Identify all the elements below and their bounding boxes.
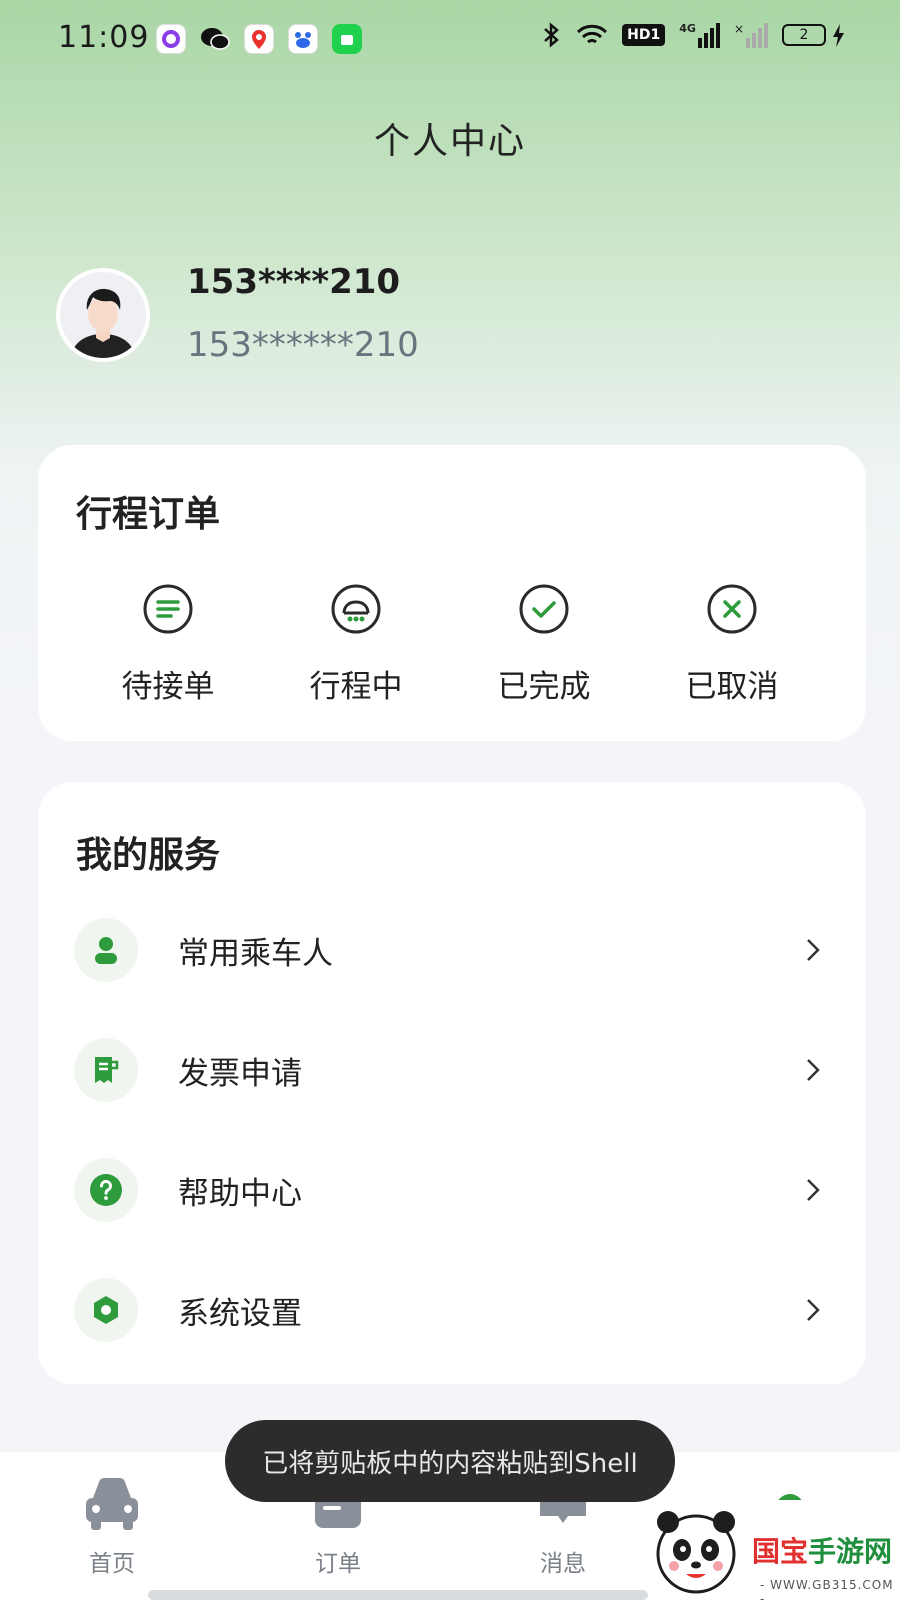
chevron-right-icon xyxy=(807,1059,820,1081)
nav-home[interactable]: 首页 xyxy=(52,1476,172,1578)
service-frequent-passengers[interactable]: 常用乘车人 xyxy=(38,890,866,1010)
system-icons: HD1 4G × 2 xyxy=(540,22,846,48)
service-system-settings-label: 系统设置 xyxy=(178,1296,302,1332)
baidu-map-icon xyxy=(244,24,274,54)
trip-orders-title: 行程订单 xyxy=(76,494,221,535)
signal-4g-icon: 4G xyxy=(679,22,720,48)
chevron-right-icon xyxy=(807,939,820,961)
trip-orders-list: 待接单 行程中 已完成 已取消 xyxy=(38,583,866,706)
order-cancelled-label: 已取消 xyxy=(685,669,779,705)
status-time: 11:09 xyxy=(58,20,150,55)
chevron-right-icon xyxy=(807,1179,820,1201)
x-circle-icon xyxy=(707,584,757,634)
order-in-progress-label: 行程中 xyxy=(309,669,403,705)
status-bar: 11:09 HD1 4G × 2 xyxy=(0,0,900,80)
wifi-icon xyxy=(577,24,608,44)
order-cancelled[interactable]: 已取消 xyxy=(638,583,826,706)
nav-messages-label: 消息 xyxy=(540,1551,586,1577)
service-invoice-label: 发票申请 xyxy=(178,1056,302,1092)
car-in-trip-icon xyxy=(331,584,381,634)
service-help-center[interactable]: 帮助中心 xyxy=(38,1130,866,1250)
order-in-progress[interactable]: 行程中 xyxy=(262,583,450,706)
my-services-card: 我的服务 常用乘车人 发票申请 帮助中心 系统设置 xyxy=(38,782,866,1384)
green-app-icon xyxy=(332,24,362,54)
wechat-icon xyxy=(200,24,230,54)
receipt-icon xyxy=(95,1057,119,1083)
order-completed-label: 已完成 xyxy=(497,669,591,705)
list-icon xyxy=(143,584,193,634)
order-pending-label: 待接单 xyxy=(121,669,215,705)
service-help-center-label: 帮助中心 xyxy=(178,1176,302,1212)
avatar[interactable] xyxy=(56,268,150,362)
watermark-brand: 国宝手游网 xyxy=(752,1535,893,1568)
charging-icon xyxy=(833,24,844,47)
page-title: 个人中心 xyxy=(373,121,526,162)
watermark-url: - WWW.GB315.COM - xyxy=(760,1578,894,1600)
battery-icon: 2 xyxy=(782,24,826,46)
toast-message: 已将剪贴板中的内容粘贴到Shell xyxy=(225,1420,675,1502)
service-system-settings[interactable]: 系统设置 xyxy=(38,1250,866,1370)
phone-number: 153******210 xyxy=(187,325,419,365)
signal-no-service-icon: × xyxy=(734,22,768,48)
order-completed[interactable]: 已完成 xyxy=(450,583,638,706)
service-frequent-passengers-label: 常用乘车人 xyxy=(178,936,333,972)
nav-home-label: 首页 xyxy=(89,1551,135,1577)
nav-orders-label: 订单 xyxy=(315,1551,361,1577)
service-invoice[interactable]: 发票申请 xyxy=(38,1010,866,1130)
check-circle-icon xyxy=(519,584,569,634)
notification-app-icons xyxy=(156,24,362,54)
chevron-right-icon xyxy=(807,1299,820,1321)
order-pending[interactable]: 待接单 xyxy=(74,583,262,706)
person-icon xyxy=(95,937,117,964)
baidu-icon xyxy=(288,24,318,54)
car-icon xyxy=(86,1478,138,1530)
trip-orders-card: 行程订单 待接单 行程中 已完成 已取消 xyxy=(38,445,866,741)
help-icon xyxy=(90,1174,122,1206)
panda-logo-icon xyxy=(656,1511,736,1594)
bluetooth-icon xyxy=(544,22,560,48)
settings-icon xyxy=(94,1296,118,1324)
hd-badge: HD1 xyxy=(622,24,666,46)
watermark-logo: 国宝手游网 - WWW.GB315.COM - xyxy=(648,1500,900,1600)
app-circle-icon xyxy=(156,24,186,54)
my-services-title: 我的服务 xyxy=(76,835,221,876)
home-indicator xyxy=(148,1590,648,1600)
username: 153****210 xyxy=(187,262,401,302)
